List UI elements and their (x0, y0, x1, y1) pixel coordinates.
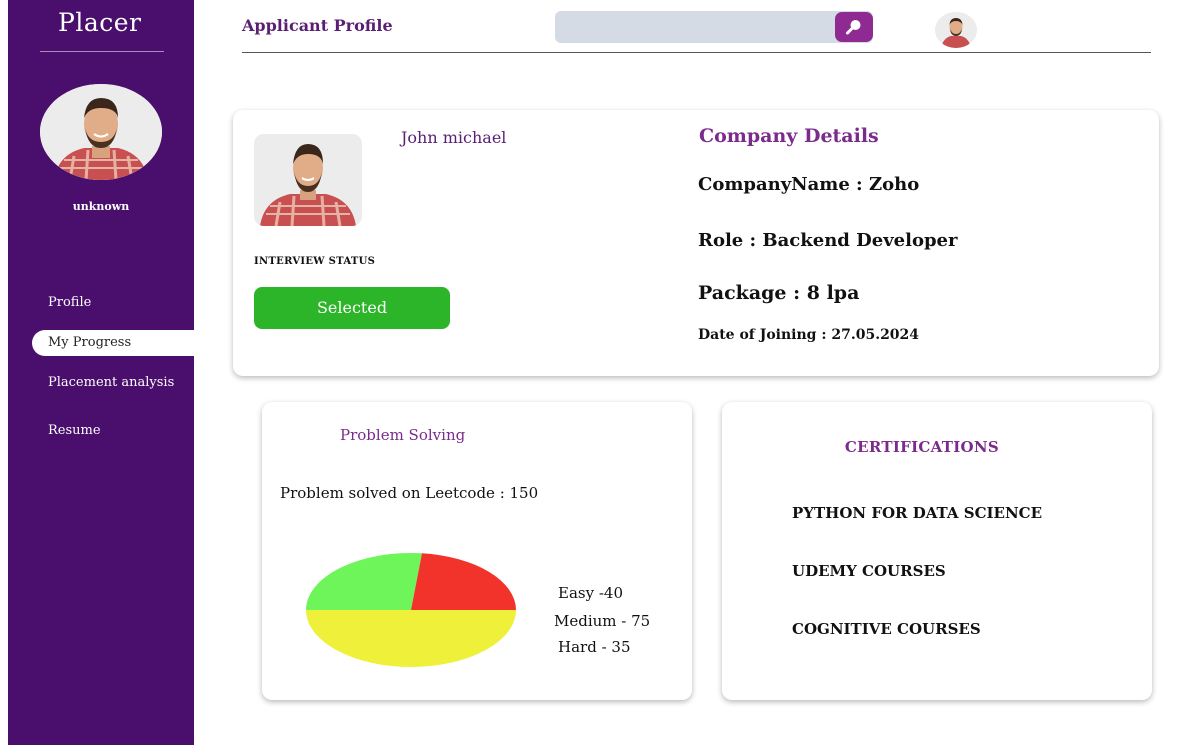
interview-status-label: INTERVIEW STATUS (254, 256, 376, 267)
date-of-joining: Date of Joining : 27.05.2024 (698, 327, 920, 343)
search-input[interactable] (555, 11, 873, 43)
sidebar-item-profile[interactable]: Profile (8, 290, 194, 316)
problems-solved-count: Problem solved on Leetcode : 150 (280, 484, 539, 502)
legend-hard: Hard - 35 (558, 638, 631, 656)
sidebar-username: unknown (72, 200, 130, 213)
certification-item: UDEMY COURSES (792, 562, 946, 580)
pie-slice-medium (306, 610, 516, 667)
company-details-heading: Company Details (699, 125, 879, 147)
certifications-heading: CERTIFICATIONS (844, 438, 1000, 456)
profile-photo (254, 134, 362, 226)
sidebar-item-placement-analysis[interactable]: Placement analysis (8, 370, 194, 396)
legend-medium: Medium - 75 (554, 612, 651, 630)
pie-slice-hard (411, 553, 516, 610)
applicant-name: John michael (401, 128, 507, 147)
sidebar-item-my-progress[interactable]: My Progress (32, 330, 230, 356)
brand-divider (40, 51, 164, 52)
sidebar: Placer unknown Profile My Progress Place… (8, 0, 230, 745)
problem-solving-card: Problem Solving Problem solved on Leetco… (262, 402, 692, 700)
legend-easy: Easy -40 (558, 584, 623, 602)
sidebar-avatar (40, 84, 162, 180)
search-button[interactable] (835, 12, 873, 42)
company-package: Package : 8 lpa (698, 282, 860, 304)
brand-logo: Placer (58, 8, 142, 37)
sidebar-item-resume[interactable]: Resume (8, 418, 194, 444)
certification-item: COGNITIVE COURSES (792, 620, 981, 638)
certifications-card: CERTIFICATIONS PYTHON FOR DATA SCIENCE U… (722, 402, 1152, 700)
pie-slice-easy (306, 553, 422, 610)
user-avatar-icon (935, 12, 977, 48)
search-icon (846, 20, 861, 35)
company-role: Role : Backend Developer (698, 230, 958, 251)
problem-solving-heading: Problem Solving (340, 426, 466, 444)
sidebar-nav: Profile My Progress Placement analysis R… (8, 290, 230, 444)
profile-card: John michael INTERVIEW STATUS Selected C… (233, 110, 1159, 376)
company-name: CompanyName : Zoho (698, 174, 920, 195)
page-title: Applicant Profile (242, 16, 393, 35)
status-badge[interactable]: Selected (254, 287, 450, 329)
avatar-photo-icon (40, 84, 162, 180)
certification-item: PYTHON FOR DATA SCIENCE (792, 504, 1043, 522)
header-avatar[interactable] (935, 12, 977, 48)
difficulty-pie-chart (306, 553, 516, 667)
header-divider (242, 52, 1151, 53)
profile-photo-icon (254, 134, 362, 226)
